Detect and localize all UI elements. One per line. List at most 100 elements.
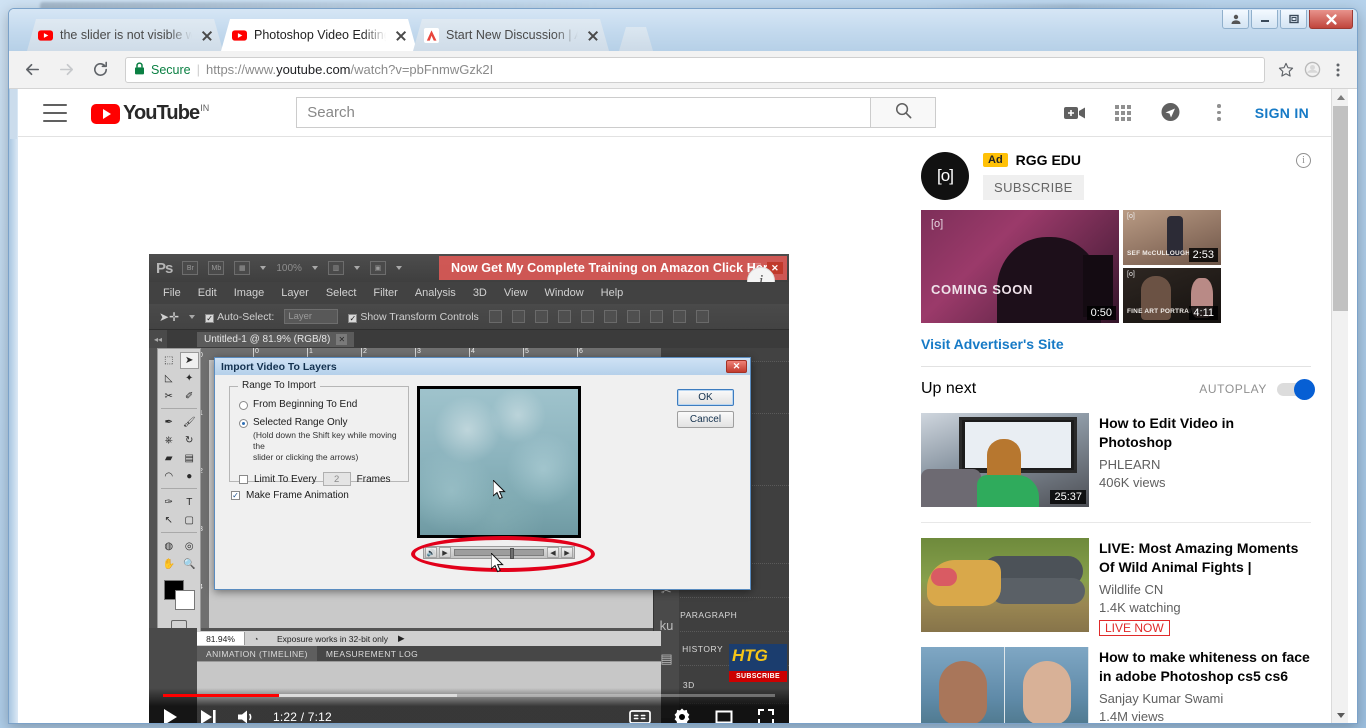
ad-thumbnail-secondary-1[interactable]: [o] SEF McCULLOUGH 2:53 <box>1123 210 1221 265</box>
distribute-bottom-icon[interactable] <box>672 310 686 323</box>
menu-image[interactable]: Image <box>234 287 265 299</box>
settings-gear-icon[interactable] <box>669 704 695 723</box>
move-tool-icon[interactable]: ➤ <box>179 352 199 369</box>
suggestion-title[interactable]: How to make whiteness on face in adobe P… <box>1099 648 1311 686</box>
limit-to-every-row[interactable]: Limit To Every 2 Frames <box>239 472 408 486</box>
browser-tab-2[interactable]: Photoshop Video Editing <box>221 19 417 51</box>
suggestion-title[interactable]: How to Edit Video in Photoshop <box>1099 414 1311 452</box>
checkbox-unchecked-icon[interactable] <box>239 474 248 484</box>
move-tool-icon[interactable]: ➤✛ <box>159 310 179 324</box>
more-vertical-icon[interactable] <box>1207 101 1231 125</box>
status-zoom-value[interactable]: 81.94% <box>197 632 245 645</box>
tab-animation-timeline[interactable]: ANIMATION (TIMELINE) <box>197 646 317 661</box>
sign-in-button[interactable]: SIGN IN <box>1255 105 1309 121</box>
panel-paragraph[interactable]: ¶PARAGRAPH <box>661 598 789 632</box>
marquee-tool-icon[interactable]: ⬚ <box>159 352 179 369</box>
clone-stamp-tool-icon[interactable]: ⎈ <box>159 432 179 449</box>
address-bar[interactable]: Secure | https://www.youtube.com/watch?v… <box>125 56 1265 83</box>
import-video-dialog[interactable]: Import Video To Layers ✕ Range To Import… <box>214 357 751 590</box>
auto-select-option[interactable]: ✓ Auto-Select: <box>205 311 274 323</box>
eyedropper-tool-icon[interactable]: ✐ <box>180 388 200 405</box>
dodge-tool-icon[interactable]: ● <box>180 468 200 485</box>
menu-view[interactable]: View <box>504 287 528 299</box>
frames-input[interactable]: 2 <box>322 472 351 486</box>
background-color-swatch[interactable] <box>175 590 195 610</box>
align-center-h-icon[interactable] <box>511 310 525 323</box>
zoom-tool-icon[interactable]: 🔍 <box>180 556 200 573</box>
color-swatches[interactable] <box>159 578 199 614</box>
scrollbar-thumb[interactable] <box>1333 106 1348 311</box>
radio-selected-range[interactable]: Selected Range Only <box>239 417 408 428</box>
suggestion-title[interactable]: LIVE: Most Amazing Moments Of Wild Anima… <box>1099 539 1311 577</box>
history-brush-tool-icon[interactable]: ↻ <box>180 432 200 449</box>
suggestion-item-3[interactable]: How to make whiteness on face in adobe P… <box>921 647 1311 723</box>
menu-window[interactable]: Window <box>545 287 584 299</box>
close-icon[interactable] <box>393 27 409 43</box>
video-camera-add-icon[interactable] <box>1063 101 1087 125</box>
search-button[interactable] <box>870 97 937 128</box>
align-top-icon[interactable] <box>557 310 571 323</box>
checkbox-checked-icon[interactable]: ✓ <box>231 491 240 500</box>
back-arrow-icon[interactable] <box>15 53 49 87</box>
ad-thumbnail-primary[interactable]: [o] COMING SOON 0:50 <box>921 210 1119 323</box>
menu-3d[interactable]: 3D <box>473 287 487 299</box>
distribute-left-icon[interactable] <box>695 310 709 323</box>
path-selection-tool-icon[interactable]: ↖ <box>159 512 179 529</box>
star-icon[interactable] <box>1273 57 1299 83</box>
eraser-tool-icon[interactable]: ▰ <box>159 450 179 467</box>
scroll-down-arrow-icon[interactable] <box>1332 707 1349 723</box>
theater-mode-icon[interactable] <box>711 704 737 723</box>
menu-layer[interactable]: Layer <box>281 287 309 299</box>
hamburger-icon[interactable] <box>43 103 67 122</box>
distribute-top-icon[interactable] <box>626 310 640 323</box>
apps-grid-icon[interactable] <box>1111 101 1135 125</box>
browser-tab-3[interactable]: Start New Discussion | Ad <box>413 19 609 51</box>
align-bottom-icon[interactable] <box>603 310 617 323</box>
close-button[interactable] <box>1309 10 1353 29</box>
ad-thumbnail-secondary-2[interactable]: [o] FINE ART PORTRAITURE 4:11 <box>1123 268 1221 323</box>
advertiser-name[interactable]: RGG EDU <box>1016 152 1081 168</box>
align-left-icon[interactable] <box>488 310 502 323</box>
healing-brush-tool-icon[interactable]: ✒ <box>159 414 179 431</box>
progress-bar[interactable] <box>163 694 775 697</box>
reload-icon[interactable] <box>83 53 117 87</box>
video-player[interactable]: Ps Br Mb ▦ 100% ▥ ▣ Now Get My Complete … <box>149 254 789 723</box>
autoplay-control[interactable]: AUTOPLAY <box>1199 378 1315 400</box>
menu-analysis[interactable]: Analysis <box>415 287 456 299</box>
collapse-panel-icon[interactable]: ◂◂ <box>149 330 167 348</box>
info-icon[interactable]: i <box>1296 152 1311 168</box>
profile-icon[interactable] <box>1299 57 1325 83</box>
type-tool-icon[interactable]: T <box>180 494 200 511</box>
cancel-button[interactable]: Cancel <box>677 411 734 428</box>
tab-measurement-log[interactable]: MEASUREMENT LOG <box>317 646 427 661</box>
make-frame-animation-row[interactable]: ✓ Make Frame Animation <box>231 490 349 501</box>
menu-help[interactable]: Help <box>601 287 624 299</box>
minimize-button[interactable] <box>1251 10 1278 29</box>
maximize-button[interactable] <box>1280 10 1307 29</box>
status-expand-icon[interactable]: ▶ <box>398 633 405 644</box>
crop-tool-icon[interactable]: ✂ <box>159 388 179 405</box>
page-scrollbar[interactable] <box>1331 89 1349 723</box>
hand-tool-icon[interactable]: ✋ <box>159 556 179 573</box>
volume-icon[interactable] <box>233 704 259 723</box>
next-video-icon[interactable] <box>195 704 221 723</box>
search-input[interactable] <box>296 97 871 128</box>
closed-captions-icon[interactable] <box>627 704 653 723</box>
3d-rotate-tool-icon[interactable]: ◍ <box>159 538 179 555</box>
radio-from-beginning[interactable]: From Beginning To End <box>239 399 408 410</box>
brush-tool-icon[interactable]: 🖌 <box>180 414 200 431</box>
document-tab[interactable]: Untitled-1 @ 81.9% (RGB/8) ✕ <box>197 331 355 347</box>
visit-advertiser-link[interactable]: Visit Advertiser's Site <box>921 336 1311 352</box>
subscribe-button[interactable]: SUBSCRIBE <box>983 175 1084 200</box>
menu-edit[interactable]: Edit <box>198 287 217 299</box>
messages-icon[interactable] <box>1159 101 1183 125</box>
magic-wand-tool-icon[interactable]: ✦ <box>180 370 200 387</box>
menu-file[interactable]: File <box>163 287 181 299</box>
shape-tool-icon[interactable]: ▢ <box>180 512 200 529</box>
subscribe-watermark[interactable]: HTG SUBSCRIBE <box>729 644 787 682</box>
close-icon[interactable] <box>585 27 601 43</box>
ok-button[interactable]: OK <box>677 389 734 406</box>
autoplay-toggle[interactable] <box>1277 378 1315 400</box>
new-tab-button[interactable] <box>619 27 653 51</box>
overlay-ad-banner[interactable]: Now Get My Complete Training on Amazon C… <box>439 256 787 280</box>
